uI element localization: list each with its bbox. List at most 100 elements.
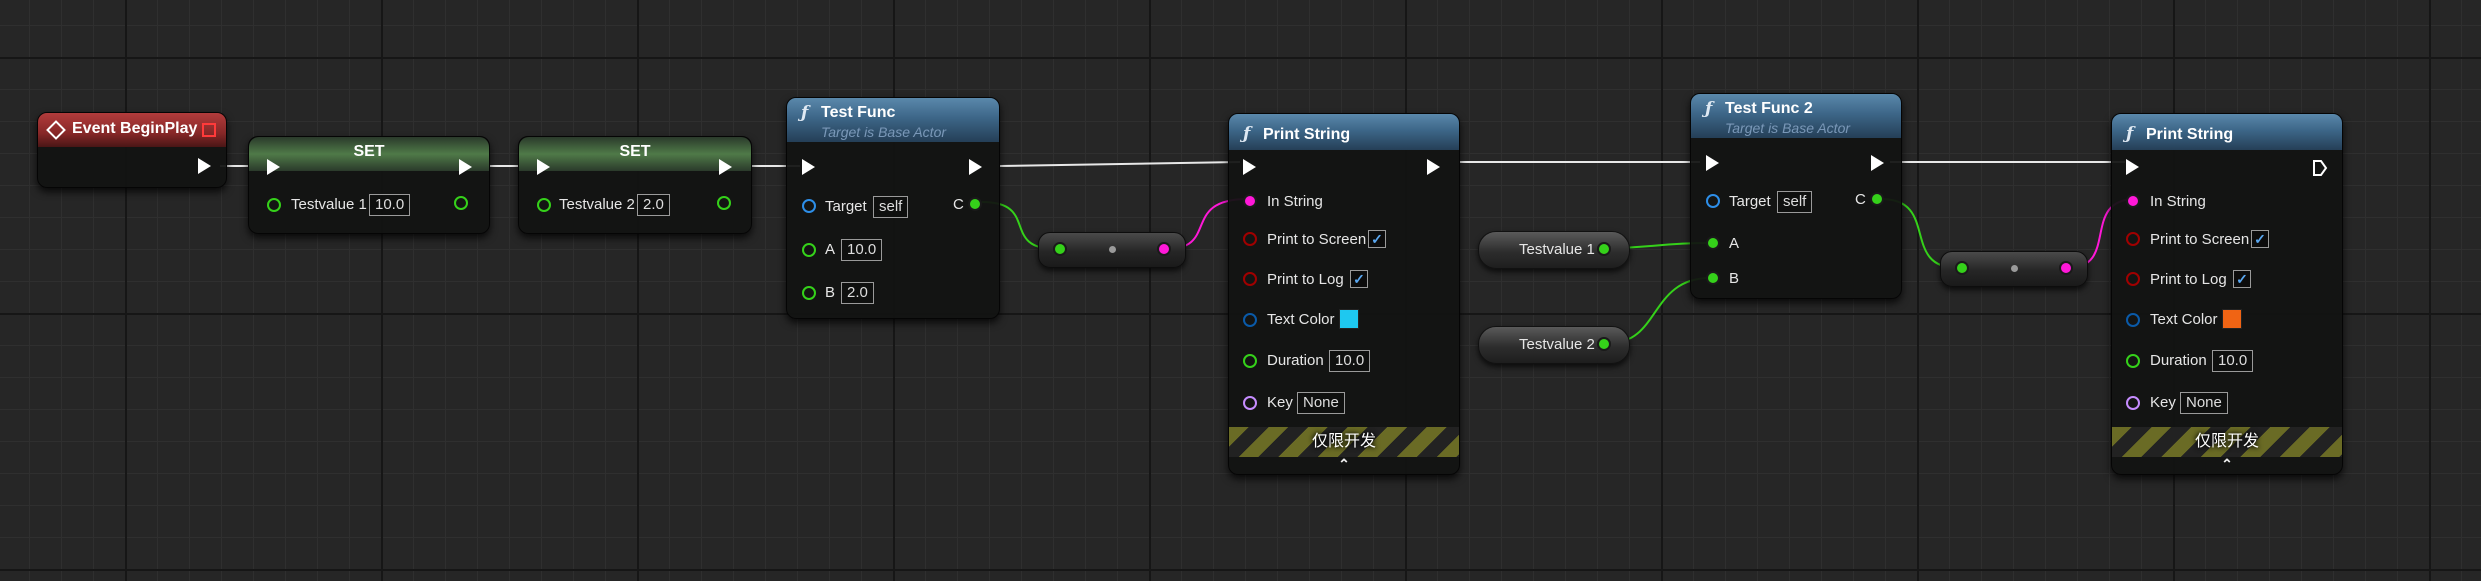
target-label: Target (825, 198, 867, 215)
print-screen-label: Print to Screen (2150, 231, 2250, 248)
duration-label: Duration (2150, 352, 2207, 369)
function-icon: ƒ (1243, 124, 1251, 144)
duration-label: Duration (1267, 352, 1324, 369)
key-label: Key (2150, 394, 2176, 411)
print-log-checkbox[interactable]: ✓ (1350, 270, 1368, 288)
development-only-banner: 仅限开发 (2112, 427, 2342, 457)
set-header: SET (249, 137, 489, 171)
advanced-expand-chevron-icon[interactable]: ⌃ (2112, 456, 2342, 473)
print-string-header: ƒ Print String (1229, 114, 1459, 150)
struct-in-pin[interactable] (1243, 313, 1257, 327)
text-color-swatch[interactable] (2222, 309, 2242, 329)
print-string-title: Print String (1263, 126, 1351, 143)
event-diamond-icon (46, 120, 66, 140)
key-label: Key (1267, 394, 1293, 411)
float-in-pin[interactable] (267, 198, 281, 212)
a-field[interactable]: 10.0 (841, 239, 883, 261)
var-getter-testvalue-2[interactable]: Testvalue 2 (1478, 326, 1630, 364)
float-out-pin[interactable] (454, 196, 468, 210)
var-label: Testvalue 1 (291, 196, 367, 213)
var-getter-testvalue-1[interactable]: Testvalue 1 (1478, 231, 1630, 269)
b-field[interactable]: 2.0 (841, 282, 874, 304)
float-in-pin[interactable] (1706, 271, 1720, 285)
print-screen-checkbox[interactable]: ✓ (1368, 230, 1386, 248)
set-node-1[interactable]: SET Testvalue 1 10.0 (248, 136, 490, 234)
float-out-pin[interactable] (1870, 192, 1884, 206)
exec-out-pin[interactable] (969, 159, 982, 175)
float-in-pin[interactable] (1243, 354, 1257, 368)
delegate-pin-icon[interactable] (202, 123, 216, 137)
exec-in-pin[interactable] (802, 159, 815, 175)
test-func-node[interactable]: ƒ Test Func Target is Base Actor Target … (786, 97, 1000, 319)
exec-in-pin[interactable] (1706, 155, 1719, 171)
object-in-pin[interactable] (802, 199, 816, 213)
name-in-pin[interactable] (2126, 396, 2140, 410)
bool-in-pin[interactable] (1243, 232, 1257, 246)
float-in-pin[interactable] (1053, 242, 1067, 256)
string-in-pin[interactable] (1243, 194, 1257, 208)
float-in-pin[interactable] (1955, 261, 1969, 275)
print-log-checkbox[interactable]: ✓ (2233, 270, 2251, 288)
function-icon: ƒ (801, 103, 809, 123)
advanced-expand-chevron-icon[interactable]: ⌃ (1229, 456, 1459, 473)
exec-in-pin[interactable] (1243, 159, 1256, 175)
float-out-pin[interactable] (1597, 242, 1611, 256)
conversion-dot-icon (2011, 265, 2018, 272)
value-field[interactable]: 10.0 (369, 194, 411, 216)
value-field[interactable]: 2.0 (637, 194, 670, 216)
exec-in-pin[interactable] (2126, 159, 2139, 175)
struct-in-pin[interactable] (2126, 313, 2140, 327)
duration-field[interactable]: 10.0 (1329, 350, 1371, 372)
print-log-label: Print to Log (2150, 271, 2227, 288)
float-out-pin[interactable] (1597, 337, 1611, 351)
string-out-pin[interactable] (2059, 261, 2073, 275)
exec-out-pin[interactable] (1427, 159, 1440, 175)
exec-in-pin[interactable] (267, 159, 280, 175)
test-func-2-node[interactable]: ƒ Test Func 2 Target is Base Actor Targe… (1690, 93, 1902, 299)
development-only-banner: 仅限开发 (1229, 427, 1459, 457)
exec-out-pin-unconnected[interactable] (2312, 159, 2328, 177)
exec-out-pin[interactable] (1871, 155, 1884, 171)
print-screen-checkbox[interactable]: ✓ (2251, 230, 2269, 248)
text-color-swatch[interactable] (1339, 309, 1359, 329)
exec-in-pin[interactable] (537, 159, 550, 175)
exec-out-pin[interactable] (198, 158, 211, 174)
conversion-node-2[interactable] (1940, 251, 2088, 287)
test-func-header: ƒ Test Func Target is Base Actor (787, 98, 999, 142)
bool-in-pin[interactable] (2126, 272, 2140, 286)
set-node-2[interactable]: SET Testvalue 2 2.0 (518, 136, 752, 234)
var-getter-label: Testvalue 2 (1519, 336, 1595, 353)
float-in-pin[interactable] (1706, 236, 1720, 250)
exec-out-pin[interactable] (459, 159, 472, 175)
exec-out-pin[interactable] (719, 159, 732, 175)
key-field[interactable]: None (1297, 392, 1345, 414)
text-color-label: Text Color (2150, 311, 2218, 328)
float-in-pin[interactable] (2126, 354, 2140, 368)
float-in-pin[interactable] (802, 243, 816, 257)
string-out-pin[interactable] (1157, 242, 1171, 256)
bool-in-pin[interactable] (1243, 272, 1257, 286)
in-string-label: In String (2150, 193, 2206, 210)
print-log-label: Print to Log (1267, 271, 1344, 288)
target-label: Target (1729, 193, 1771, 210)
float-out-pin[interactable] (717, 196, 731, 210)
key-field[interactable]: None (2180, 392, 2228, 414)
event-beginplay-node[interactable]: Event BeginPlay (37, 112, 227, 188)
target-field[interactable]: self (873, 196, 909, 218)
test-func-2-title: Test Func 2 (1725, 100, 1813, 117)
float-in-pin[interactable] (802, 286, 816, 300)
print-screen-label: Print to Screen (1267, 231, 1367, 248)
float-in-pin[interactable] (537, 198, 551, 212)
print-string-node-2[interactable]: ƒ Print String In String Print to Screen… (2111, 113, 2343, 475)
string-in-pin[interactable] (2126, 194, 2140, 208)
target-field[interactable]: self (1777, 191, 1813, 213)
event-header: Event BeginPlay (38, 113, 226, 147)
print-string-node-1[interactable]: ƒ Print String In String Print to Screen… (1228, 113, 1460, 475)
conversion-node-1[interactable] (1038, 232, 1186, 268)
bool-in-pin[interactable] (2126, 232, 2140, 246)
float-out-pin[interactable] (968, 197, 982, 211)
set-header: SET (519, 137, 751, 171)
duration-field[interactable]: 10.0 (2212, 350, 2254, 372)
object-in-pin[interactable] (1706, 194, 1720, 208)
name-in-pin[interactable] (1243, 396, 1257, 410)
